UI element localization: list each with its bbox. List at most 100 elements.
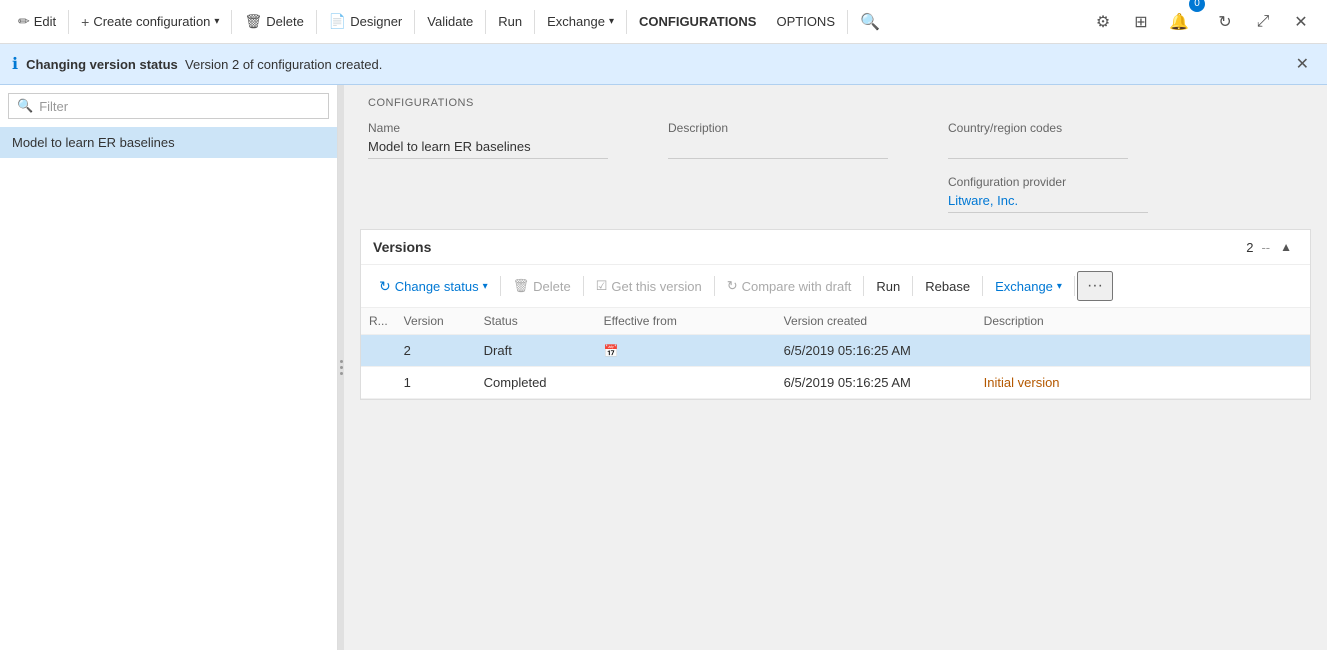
toolbar-right-actions: ⚙ ⊞ 🔔 0 ↻ ⤢ ✕	[1085, 4, 1319, 40]
info-bar-text: Changing version status Version 2 of con…	[26, 57, 1282, 72]
calendar-icon: 📅	[604, 344, 619, 358]
search-toolbar-icon: 🔍	[860, 12, 880, 32]
vtb-sep-5	[912, 276, 913, 296]
vtb-sep-2	[583, 276, 584, 296]
search-input[interactable]	[39, 99, 320, 114]
info-bar: ℹ Changing version status Version 2 of c…	[0, 44, 1327, 85]
resizer-dots	[340, 360, 343, 375]
create-configuration-button[interactable]: + Create configuration ▾	[71, 0, 229, 44]
versions-title: Versions	[373, 239, 1246, 255]
vtb-sep-3	[714, 276, 715, 296]
info-icon: ℹ	[12, 54, 18, 74]
name-field: Name Model to learn ER baselines	[368, 121, 608, 159]
info-bar-close-button[interactable]: ✕	[1290, 52, 1315, 76]
versions-delete-button[interactable]: 🗑 Delete	[503, 274, 581, 298]
configurations-nav-button[interactable]: CONFIGURATIONS	[629, 0, 766, 44]
office-button[interactable]: ⊞	[1123, 4, 1159, 40]
cell-r	[361, 367, 396, 399]
edit-icon: ✏	[18, 13, 30, 30]
name-label: Name	[368, 121, 608, 135]
change-status-dropdown-icon: ▾	[483, 281, 488, 292]
plus-icon: +	[81, 14, 89, 30]
versions-exchange-button[interactable]: Exchange ▾	[985, 275, 1072, 298]
cell-desc: Initial version	[976, 367, 1310, 399]
spacer-name	[368, 175, 608, 213]
toolbar-separator-2	[231, 10, 232, 34]
content-area: CONFIGURATIONS Name Model to learn ER ba…	[344, 85, 1327, 650]
close-button[interactable]: ✕	[1283, 4, 1319, 40]
cell-desc	[976, 335, 1310, 367]
versions-header: Versions 2 -- ▲	[361, 230, 1310, 265]
cell-status: Draft	[476, 335, 596, 367]
cell-version: 1	[396, 367, 476, 399]
toolbar-separator-4	[414, 10, 415, 34]
toolbar-separator-3	[316, 10, 317, 34]
notification-badge: 0	[1189, 0, 1205, 12]
more-options-button[interactable]: ···	[1077, 271, 1113, 301]
search-toolbar-button[interactable]: 🔍	[850, 0, 890, 44]
edit-button[interactable]: ✏ Edit	[8, 0, 66, 44]
col-header-version: Version	[396, 308, 476, 335]
compare-icon: ↻	[727, 278, 738, 294]
main-toolbar: ✏ Edit + Create configuration ▾ 🗑 Delete…	[0, 0, 1327, 44]
sidebar-item-model[interactable]: Model to learn ER baselines	[0, 127, 337, 158]
vtb-sep-1	[500, 276, 501, 296]
vtb-sep-4	[863, 276, 864, 296]
delete-button[interactable]: 🗑 Delete	[234, 0, 313, 44]
cell-version: 2	[396, 335, 476, 367]
change-status-icon: ↻	[379, 278, 391, 295]
provider-value[interactable]: Litware, Inc.	[948, 193, 1148, 213]
versions-table: R... Version Status Effective from Versi…	[361, 308, 1310, 399]
main-layout: 🔍 Model to learn ER baselines CONFIGURAT…	[0, 85, 1327, 650]
toolbar-separator-8	[847, 10, 848, 34]
versions-toolbar: ↻ Change status ▾ 🗑 Delete ☑ Get this ve…	[361, 265, 1310, 308]
refresh-button[interactable]: ↻	[1207, 4, 1243, 40]
sidebar-item-list: Model to learn ER baselines	[0, 127, 337, 650]
form-row-1: Name Model to learn ER baselines Descrip…	[368, 121, 1303, 159]
section-title: CONFIGURATIONS	[368, 97, 1303, 109]
versions-section: Versions 2 -- ▲ ↻ Change status ▾ 🗑 Dele…	[360, 229, 1311, 400]
get-version-button[interactable]: ☑ Get this version	[586, 274, 712, 298]
run-button[interactable]: Run	[488, 0, 532, 44]
provider-label: Configuration provider	[948, 175, 1148, 189]
description-field: Description	[668, 121, 888, 159]
validate-button[interactable]: Validate	[417, 0, 483, 44]
exchange-button[interactable]: Exchange ▾	[537, 0, 624, 44]
sidebar-search-icon: 🔍	[17, 98, 33, 114]
expand-button[interactable]: ⤢	[1245, 4, 1281, 40]
country-label: Country/region codes	[948, 121, 1128, 135]
cell-r	[361, 335, 396, 367]
versions-count: 2	[1246, 240, 1253, 255]
table-row[interactable]: 1 Completed 6/5/2019 05:16:25 AM Initial…	[361, 367, 1310, 399]
versions-dash: --	[1261, 240, 1270, 255]
toolbar-separator	[68, 10, 69, 34]
versions-collapse-button[interactable]: ▲	[1274, 238, 1298, 256]
notification-area: 🔔 0	[1161, 4, 1205, 40]
exchange-dropdown-icon-2: ▾	[1057, 281, 1062, 292]
rebase-button[interactable]: Rebase	[915, 275, 980, 298]
settings-button[interactable]: ⚙	[1085, 4, 1121, 40]
toolbar-separator-7	[626, 10, 627, 34]
versions-run-button[interactable]: Run	[866, 275, 910, 298]
options-nav-button[interactable]: OPTIONS	[766, 0, 845, 44]
cell-effective: 📅	[596, 335, 776, 367]
compare-draft-button[interactable]: ↻ Compare with draft	[717, 274, 862, 298]
change-status-button[interactable]: ↻ Change status ▾	[369, 274, 498, 299]
sidebar: 🔍 Model to learn ER baselines	[0, 85, 338, 650]
spacer-desc	[668, 175, 888, 213]
provider-field: Configuration provider Litware, Inc.	[948, 175, 1148, 213]
cell-created: 6/5/2019 05:16:25 AM	[776, 335, 976, 367]
toolbar-separator-5	[485, 10, 486, 34]
col-header-description: Description	[976, 308, 1310, 335]
designer-button[interactable]: 📄 Designer	[319, 0, 412, 44]
table-row[interactable]: 2 Draft 📅 6/5/2019 05:16:25 AM	[361, 335, 1310, 367]
designer-icon: 📄	[329, 13, 346, 30]
description-value	[668, 139, 888, 159]
exchange-dropdown-icon: ▾	[609, 16, 614, 27]
toolbar-separator-6	[534, 10, 535, 34]
vtb-sep-7	[1074, 276, 1075, 296]
content-header: CONFIGURATIONS Name Model to learn ER ba…	[344, 85, 1327, 221]
create-dropdown-icon: ▾	[214, 16, 219, 27]
name-value: Model to learn ER baselines	[368, 139, 608, 159]
col-header-status: Status	[476, 308, 596, 335]
